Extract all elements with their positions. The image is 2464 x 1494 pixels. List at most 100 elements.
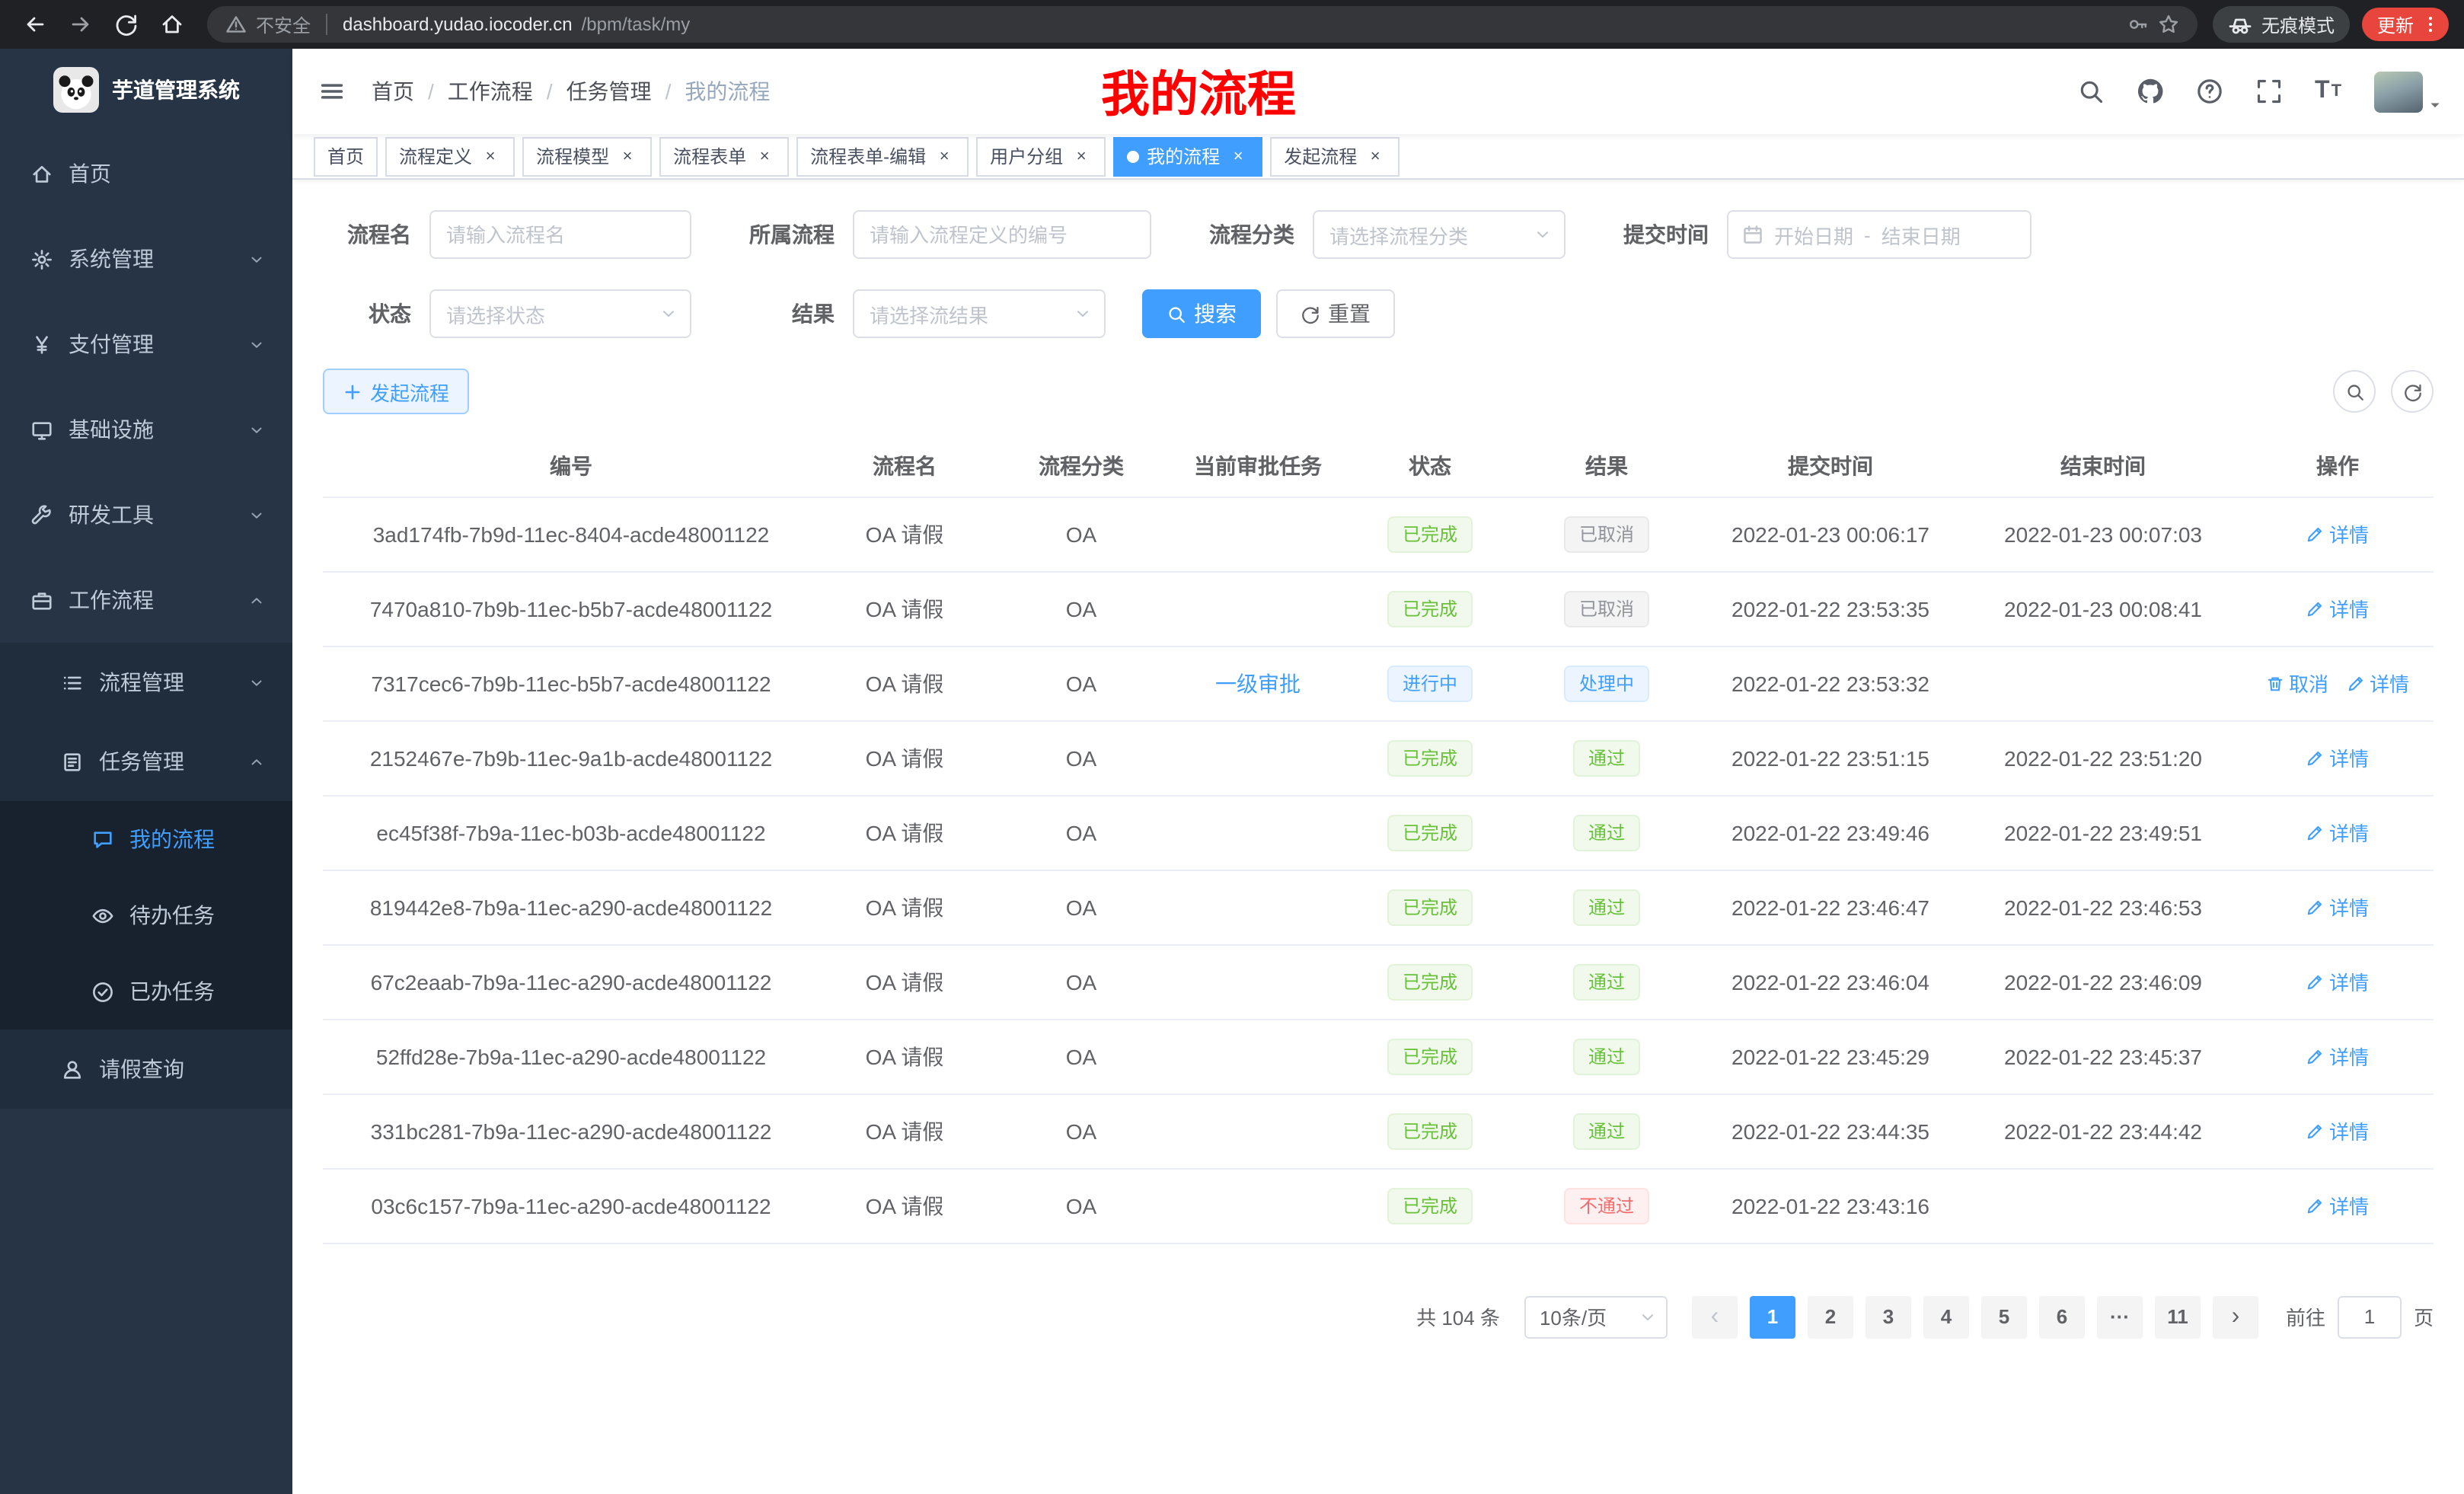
cell-end-time: 2022-01-22 23:49:51 (1964, 795, 2242, 870)
fullscreen-icon[interactable] (2255, 78, 2283, 105)
tab-process-definition[interactable]: 流程定义× (385, 136, 515, 176)
result-placeholder: 请选择流结果 (870, 299, 988, 328)
security-chip[interactable]: 不安全 (256, 11, 311, 37)
sidebar-item-workflow[interactable]: 工作流程 (0, 557, 292, 643)
cell-status: 已完成 (1343, 496, 1517, 571)
update-button[interactable]: 更新 (2362, 8, 2449, 41)
detail-link[interactable]: 详情 (2347, 669, 2409, 698)
detail-link[interactable]: 详情 (2306, 519, 2369, 548)
tab-close-icon[interactable]: × (1227, 145, 1249, 167)
tab-my-process[interactable]: 我的流程× (1113, 136, 1262, 176)
back-icon[interactable] (15, 5, 55, 44)
breadcrumb-item-task-management[interactable]: 任务管理 (567, 76, 652, 107)
refresh-table-button[interactable] (2391, 370, 2434, 413)
detail-link[interactable]: 详情 (2306, 594, 2369, 623)
sidebar-item-infrastructure[interactable]: 基础设施 (0, 387, 292, 472)
menu-dots-icon[interactable] (2420, 14, 2441, 35)
detail-link[interactable]: 详情 (2306, 743, 2369, 772)
active-tab-dot (1127, 150, 1139, 162)
parent-process-input[interactable] (853, 210, 1151, 259)
page-button-6[interactable]: 6 (2039, 1295, 2085, 1338)
tab-home[interactable]: 首页 (314, 136, 378, 176)
edit-icon (2306, 972, 2325, 991)
breadcrumb-item-workflow[interactable]: 工作流程 (448, 76, 533, 107)
avatar-image[interactable] (2374, 71, 2423, 112)
page-button-5[interactable]: 5 (1981, 1295, 2027, 1338)
detail-link[interactable]: 详情 (2306, 1116, 2369, 1145)
detail-link[interactable]: 详情 (2306, 818, 2369, 847)
detail-link[interactable]: 详情 (2306, 1191, 2369, 1220)
detail-link[interactable]: 详情 (2306, 892, 2369, 921)
help-icon[interactable] (2196, 78, 2223, 105)
end-date-placeholder[interactable]: 结束日期 (1882, 220, 1961, 249)
sidebar-item-leave-query[interactable]: 请假查询 (0, 1030, 292, 1109)
sidebar-item-done-tasks[interactable]: 已办任务 (0, 953, 292, 1030)
tab-close-icon[interactable]: × (1364, 145, 1386, 167)
page-button-1[interactable]: 1 (1750, 1295, 1795, 1338)
tab-close-icon[interactable]: × (754, 145, 775, 167)
incognito-icon (2228, 12, 2252, 37)
status-select[interactable]: 请选择状态 (429, 289, 691, 338)
filter-row-2: 状态 请选择状态 结果 请选择流结果 搜索 (323, 289, 2434, 338)
tab-close-icon[interactable]: × (480, 145, 501, 167)
toggle-search-button[interactable] (2333, 370, 2376, 413)
result-select[interactable]: 请选择流结果 (853, 289, 1106, 338)
page-size-select[interactable]: 10条/页 (1524, 1295, 1668, 1338)
tab-close-icon[interactable]: × (617, 145, 638, 167)
sidebar-item-system-management[interactable]: 系统管理 (0, 216, 292, 302)
detail-link[interactable]: 详情 (2306, 967, 2369, 996)
breadcrumb-item-home[interactable]: 首页 (372, 76, 414, 107)
sidebar-item-dev-tools[interactable]: 研发工具 (0, 472, 292, 557)
sidebar-item-task-management[interactable]: 任务管理 (0, 722, 292, 801)
page-button-11[interactable]: 11 (2155, 1295, 2201, 1338)
submit-time-label: 提交时间 (1602, 219, 1727, 250)
forward-icon[interactable] (61, 5, 101, 44)
current-task-link[interactable]: 一级审批 (1215, 671, 1301, 695)
github-icon[interactable] (2137, 78, 2164, 105)
sidebar-item-home[interactable]: 首页 (0, 131, 292, 216)
submit-time-range-picker[interactable]: 开始日期 - 结束日期 (1727, 210, 2032, 259)
caret-down-icon (2427, 97, 2443, 112)
detail-link[interactable]: 详情 (2306, 1042, 2369, 1071)
edit-icon (2306, 1122, 2325, 1140)
tab-process-form[interactable]: 流程表单× (659, 136, 789, 176)
hamburger-icon[interactable] (292, 49, 372, 134)
cancel-link[interactable]: 取消 (2266, 669, 2328, 698)
start-date-placeholder[interactable]: 开始日期 (1774, 220, 1853, 249)
sidebar-item-my-process[interactable]: 我的流程 (0, 801, 292, 877)
list-icon (61, 671, 84, 694)
tab-close-icon[interactable]: × (1071, 145, 1092, 167)
process-name-input[interactable] (429, 210, 691, 259)
create-process-button[interactable]: 发起流程 (323, 369, 469, 414)
page-button-2[interactable]: 2 (1808, 1295, 1853, 1338)
cell-current-task (1173, 1093, 1343, 1168)
refresh-icon[interactable] (107, 5, 146, 44)
prev-page-button[interactable]: ‹ (1692, 1295, 1738, 1338)
address-bar[interactable]: 不安全 dashboard.yudao.iocoder.cn/bpm/task/… (207, 6, 2197, 43)
next-page-button[interactable]: › (2213, 1295, 2258, 1338)
reset-button[interactable]: 重置 (1276, 289, 1395, 338)
tab-process-form-edit[interactable]: 流程表单-编辑× (796, 136, 969, 176)
search-icon[interactable] (2077, 78, 2105, 105)
goto-page-input[interactable] (2338, 1295, 2402, 1338)
key-icon[interactable] (2127, 14, 2149, 35)
tab-user-group[interactable]: 用户分组× (976, 136, 1106, 176)
column-header: 编号 (323, 436, 819, 496)
sidebar-item-label: 工作流程 (69, 585, 154, 615)
page-ellipsis[interactable]: ··· (2097, 1295, 2143, 1338)
cell-status: 已完成 (1343, 571, 1517, 646)
category-select[interactable]: 请选择流程分类 (1313, 210, 1566, 259)
sidebar-item-process-management[interactable]: 流程管理 (0, 643, 292, 722)
page-button-3[interactable]: 3 (1866, 1295, 1911, 1338)
sidebar-item-todo-tasks[interactable]: 待办任务 (0, 877, 292, 953)
font-size-icon[interactable]: TT (2315, 78, 2342, 105)
tab-process-model[interactable]: 流程模型× (522, 136, 652, 176)
sidebar-item-payment-management[interactable]: 支付管理 (0, 302, 292, 387)
home-icon[interactable] (152, 5, 192, 44)
tab-start-process[interactable]: 发起流程× (1270, 136, 1400, 176)
user-avatar[interactable] (2374, 71, 2443, 112)
star-icon[interactable] (2158, 14, 2179, 35)
page-button-4[interactable]: 4 (1923, 1295, 1969, 1338)
search-button[interactable]: 搜索 (1142, 289, 1261, 338)
tab-close-icon[interactable]: × (934, 145, 955, 167)
